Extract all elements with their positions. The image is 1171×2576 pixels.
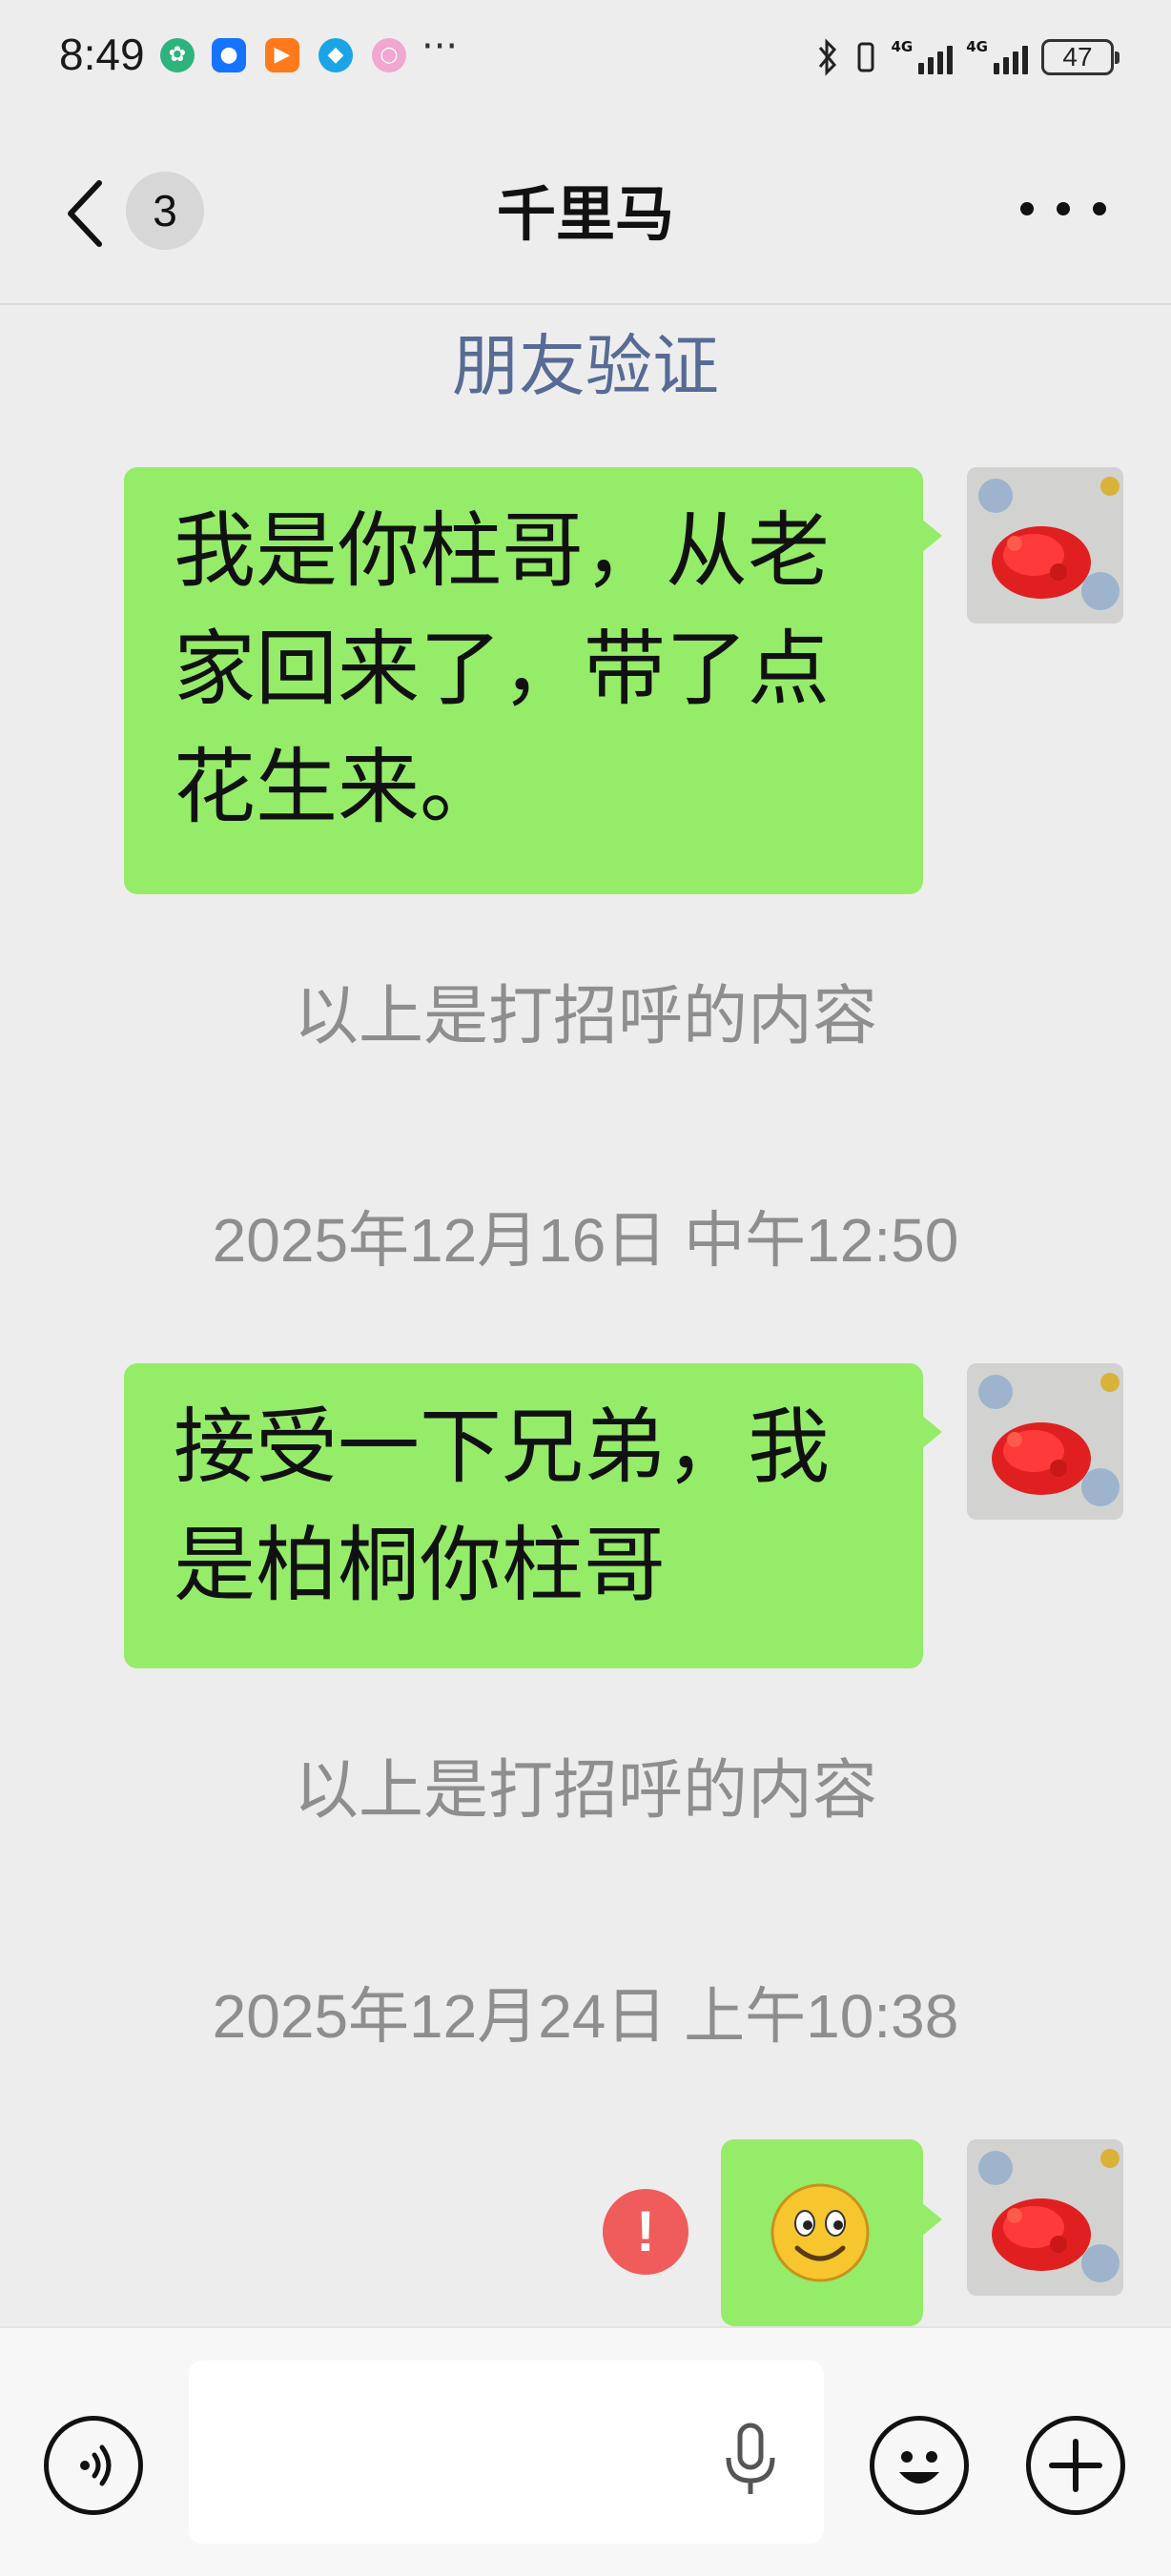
circle-app-icon: ○ [372,38,406,72]
battery-icon: 47 [1041,39,1120,75]
message-timestamp: 2025年12月24日 上午10:38 [212,1982,959,2051]
status-indicators: 4G 4G 47 [815,36,1120,78]
signal-icon-2: 4G [966,40,1028,74]
bluetooth-icon [818,38,836,76]
avatar[interactable] [967,1363,1123,1520]
friend-verify-link[interactable]: 朋友验证 [0,313,1171,409]
greeting-note: 以上是打招呼的内容 [293,979,877,1054]
greeting-note: 以上是打招呼的内容 [293,1753,877,1829]
smiley-emoji-icon [770,2183,870,2282]
message-bubble[interactable]: 接受一下兄弟，我是柏桐你柱哥 [124,1363,942,1668]
message-bubble[interactable]: 我是你柱哥，从老家回来了，带了点花生来。 [124,467,942,894]
emoji-icon[interactable] [870,2416,969,2515]
signal-icon: 4G [892,40,954,74]
more-options-icon[interactable] [1020,202,1106,221]
status-time: 8:49 [59,30,145,79]
vibrate-icon [857,42,873,72]
more-notifications-icon: ··· [421,25,459,69]
play-app-icon: ▶ [265,38,299,72]
microphone-icon[interactable] [717,2422,784,2498]
message-timestamp: 2025年12月16日 中午12:50 [212,1206,959,1275]
message-bubble-emoji[interactable] [721,2139,942,2326]
input-bar [0,2326,1171,2576]
header-divider [0,303,1171,305]
voice-mode-icon[interactable] [44,2416,143,2515]
avatar[interactable] [967,2139,1123,2296]
compass-app-icon: ◆ [318,38,353,72]
status-bar: 8:49 ✿ ● ▶ ◆ ○ ··· 4G 4G 47 [0,0,1171,114]
send-failed-icon[interactable]: ! [603,2189,688,2275]
leaf-app-icon: ✿ [160,38,195,72]
chat-title: 千里马 [496,179,674,249]
lightbulb-app-icon: ● [212,38,246,72]
plus-icon[interactable] [1026,2416,1125,2515]
avatar[interactable] [967,467,1123,624]
message-input[interactable] [189,2361,824,2544]
